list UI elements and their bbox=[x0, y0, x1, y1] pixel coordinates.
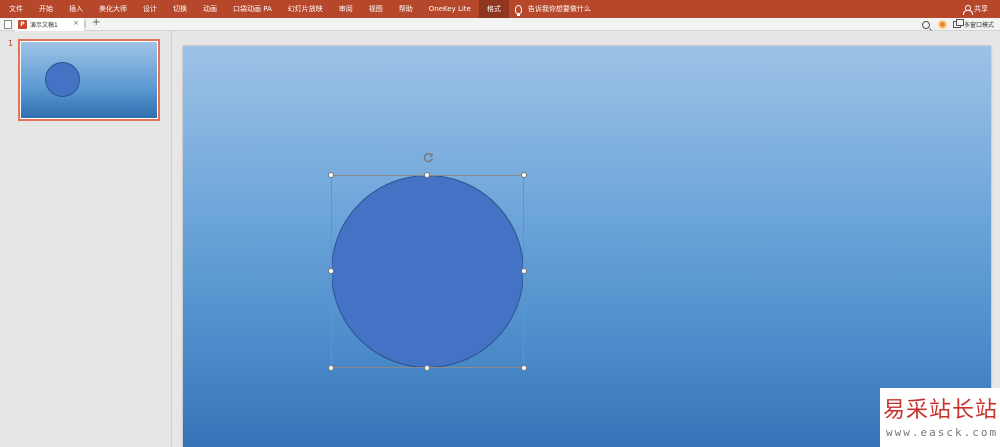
resize-handle-bottom-left[interactable] bbox=[328, 365, 334, 371]
add-tab-icon[interactable]: + bbox=[92, 17, 100, 28]
tab-format[interactable]: 格式 bbox=[478, 0, 509, 18]
tab-onekey-lite[interactable]: OneKey Lite bbox=[421, 0, 479, 18]
document-tabstrip: P 演示文稿1 × | + 多窗口模式 bbox=[0, 17, 1000, 31]
resize-handle-bottom[interactable] bbox=[424, 365, 430, 371]
tab-review[interactable]: 审阅 bbox=[331, 0, 361, 18]
resize-handle-right[interactable] bbox=[521, 268, 527, 274]
file-tab-name: 演示文稿1 bbox=[30, 22, 58, 29]
thumbnail-circle-shape bbox=[45, 62, 80, 97]
resize-handle-top-left[interactable] bbox=[328, 172, 334, 178]
search-icon[interactable] bbox=[921, 20, 930, 29]
slide-number: 1 bbox=[8, 39, 14, 48]
tell-me-text: 告诉我你想要做什么 bbox=[527, 5, 591, 13]
tab-help[interactable]: 帮助 bbox=[391, 0, 421, 18]
tab-slideshow[interactable]: 幻灯片放映 bbox=[280, 0, 331, 18]
lightbulb-icon bbox=[514, 4, 522, 16]
person-icon bbox=[963, 4, 973, 15]
powerpoint-icon: P bbox=[18, 20, 27, 29]
multi-window-icon[interactable] bbox=[952, 19, 964, 28]
slide-thumbnail[interactable] bbox=[18, 39, 160, 121]
tab-home[interactable]: 开始 bbox=[31, 0, 61, 18]
tab-pocket-animation[interactable]: 口袋动画 PA bbox=[225, 0, 280, 18]
rotate-handle-icon[interactable] bbox=[423, 152, 434, 163]
tell-me-box[interactable]: 告诉我你想要做什么 bbox=[514, 0, 591, 18]
share-button[interactable]: 共享 bbox=[963, 0, 988, 18]
resize-handle-bottom-right[interactable] bbox=[521, 365, 527, 371]
tab-beautify[interactable]: 美化大师 bbox=[91, 0, 135, 18]
tab-separator: | bbox=[84, 20, 87, 28]
tab-animations[interactable]: 动画 bbox=[195, 0, 225, 18]
resize-handle-top[interactable] bbox=[424, 172, 430, 178]
settings-icon[interactable] bbox=[937, 20, 947, 29]
ribbon-menubar: 文件 开始 插入 美化大师 设计 切换 动画 口袋动画 PA 幻灯片放映 审阅 … bbox=[0, 0, 1000, 18]
tabstrip-tools: 多窗口模式 bbox=[921, 18, 994, 31]
close-tab-icon[interactable]: × bbox=[73, 19, 79, 27]
document-icon[interactable] bbox=[4, 20, 12, 29]
share-label: 共享 bbox=[974, 5, 988, 13]
selection-box bbox=[331, 175, 524, 368]
slide-thumbnail-pane: 1 bbox=[0, 31, 172, 447]
tab-transitions[interactable]: 切换 bbox=[165, 0, 195, 18]
slide-editing-area bbox=[173, 31, 1000, 447]
watermark-url: www.easck.com bbox=[886, 426, 999, 439]
tab-file[interactable]: 文件 bbox=[0, 0, 31, 18]
resize-handle-top-right[interactable] bbox=[521, 172, 527, 178]
resize-handle-left[interactable] bbox=[328, 268, 334, 274]
tab-view[interactable]: 视图 bbox=[361, 0, 391, 18]
tab-insert[interactable]: 插入 bbox=[61, 0, 91, 18]
thumbnail-background bbox=[21, 42, 157, 118]
slide-canvas[interactable] bbox=[183, 46, 991, 447]
watermark-title: 易采站长站 bbox=[883, 398, 999, 423]
multi-window-label[interactable]: 多窗口模式 bbox=[964, 20, 994, 29]
tab-design[interactable]: 设计 bbox=[135, 0, 165, 18]
site-watermark: 易采站长站 www.easck.com bbox=[880, 388, 1000, 447]
